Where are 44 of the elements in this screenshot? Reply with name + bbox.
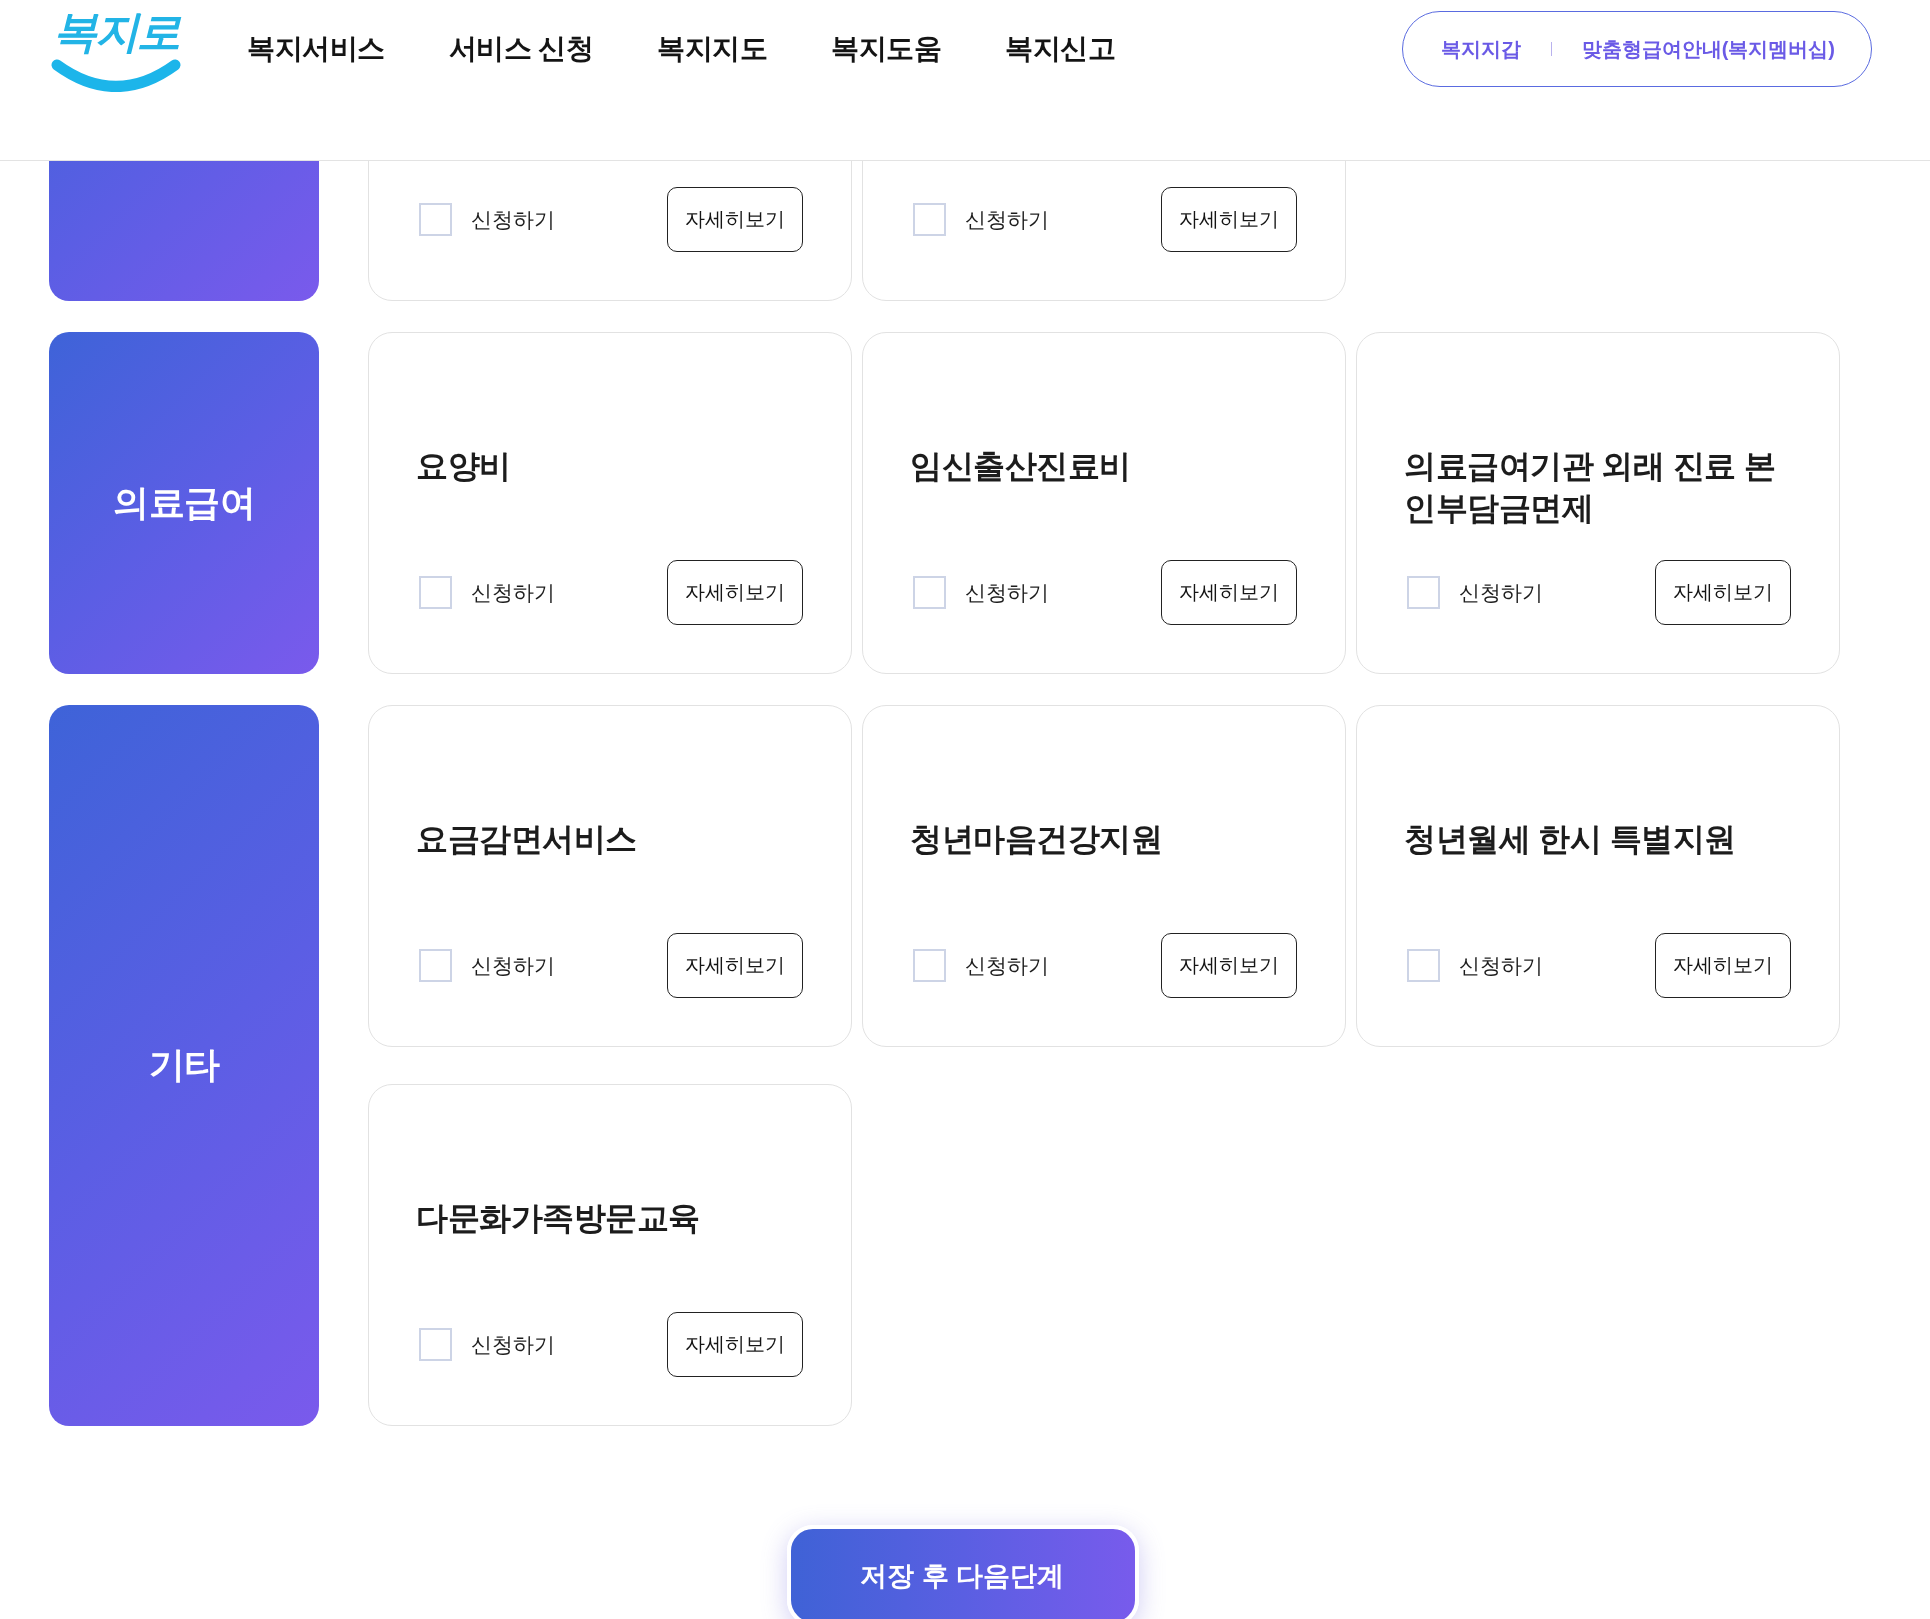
details-button[interactable]: 자세히보기: [1161, 187, 1297, 252]
card-title: 청년월세 한시 특별지원: [1404, 820, 1737, 859]
nav-link[interactable]: 복지도움: [831, 30, 942, 68]
apply-checkbox[interactable]: [419, 949, 452, 982]
details-button[interactable]: 자세히보기: [1161, 933, 1297, 998]
checkbox-label[interactable]: 신청하기: [471, 578, 555, 607]
details-button[interactable]: 자세히보기: [1161, 560, 1297, 625]
details-button[interactable]: 자세히보기: [1655, 933, 1791, 998]
card-title: 요금감면서비스: [416, 820, 638, 859]
checkbox-label[interactable]: 신청하기: [965, 951, 1049, 980]
details-button[interactable]: 자세히보기: [1655, 560, 1791, 625]
apply-checkbox[interactable]: [1407, 576, 1440, 609]
card-title: 청년마음건강지원: [910, 820, 1163, 859]
checkbox-label[interactable]: 신청하기: [471, 205, 555, 234]
checkbox-label[interactable]: 신청하기: [965, 578, 1049, 607]
apply-checkbox[interactable]: [913, 203, 946, 236]
nav-link[interactable]: 복지지도: [657, 30, 768, 68]
apply-checkbox[interactable]: [913, 949, 946, 982]
card-title: 임신출산진료비: [910, 447, 1132, 486]
quick-link[interactable]: 복지지갑: [1440, 35, 1521, 63]
checkbox-label[interactable]: 신청하기: [1459, 951, 1543, 980]
card-title: 요양비: [416, 447, 512, 486]
category-label: 기타: [148, 1043, 220, 1087]
card-title: 다문화가족방문교육: [416, 1199, 701, 1238]
apply-checkbox[interactable]: [419, 576, 452, 609]
apply-checkbox[interactable]: [1407, 949, 1440, 982]
apply-checkbox[interactable]: [419, 1328, 452, 1361]
checkbox-label[interactable]: 신청하기: [471, 951, 555, 980]
nav-link[interactable]: 복지신고: [1005, 30, 1116, 68]
category-label: 의료급여: [113, 480, 255, 525]
details-button[interactable]: 자세히보기: [667, 933, 803, 998]
apply-checkbox[interactable]: [419, 203, 452, 236]
quick-link[interactable]: 맞춤형급여안내(복지멤버십): [1581, 35, 1835, 63]
details-button[interactable]: 자세히보기: [667, 187, 803, 252]
details-button[interactable]: 자세히보기: [667, 1312, 803, 1377]
details-button[interactable]: 자세히보기: [667, 560, 803, 625]
checkbox-label[interactable]: 신청하기: [1459, 578, 1543, 607]
nav-link[interactable]: 복지서비스: [247, 30, 385, 68]
nav-link[interactable]: 서비스 신청: [448, 30, 594, 68]
checkbox-label[interactable]: 신청하기: [471, 1330, 555, 1359]
card-title: 의료급여기관 외래 진료 본인부담금면제: [1404, 447, 1777, 528]
checkbox-label[interactable]: 신청하기: [965, 205, 1049, 234]
smile-icon: [49, 58, 183, 93]
apply-checkbox[interactable]: [913, 576, 946, 609]
